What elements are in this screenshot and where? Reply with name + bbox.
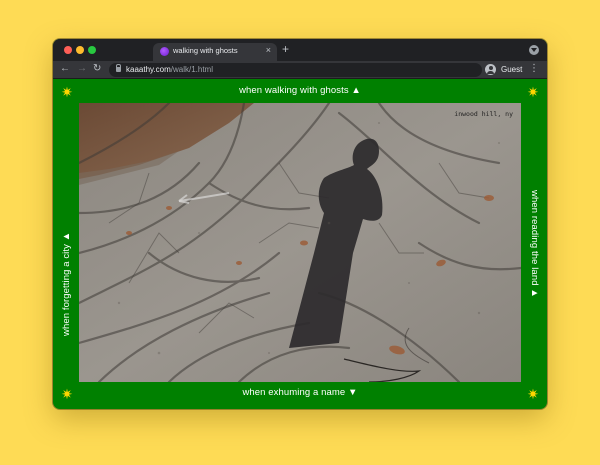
reload-icon[interactable]: ↻ bbox=[93, 63, 101, 75]
url-host: kaaathy.com bbox=[126, 65, 171, 74]
photo-illustration bbox=[79, 103, 521, 382]
nav-link-exhuming-a-name[interactable]: when exhuming a name ▼ bbox=[53, 387, 547, 398]
photo-caption: inwood hill, ny bbox=[454, 110, 513, 118]
nav-link-reading-the-land[interactable]: when reading the land ▲ bbox=[529, 190, 540, 298]
url-path: /walk/1.html bbox=[170, 65, 213, 74]
profile-label: Guest bbox=[501, 65, 523, 74]
browser-toolbar: ← → ↻ kaaathy.com/walk/1.html Guest ⋮ bbox=[53, 61, 547, 79]
tab-title: walking with ghosts bbox=[173, 46, 238, 55]
url-text[interactable]: kaaathy.com/walk/1.html bbox=[126, 65, 213, 74]
favicon-icon bbox=[160, 47, 169, 56]
back-arrow-icon[interactable]: ← bbox=[60, 63, 70, 75]
profile-icon bbox=[485, 64, 496, 75]
lock-icon[interactable] bbox=[116, 64, 121, 72]
forward-arrow-icon[interactable]: → bbox=[77, 63, 87, 75]
page-content: ✷ ✷ ✷ ✷ when walking with ghosts ▲ when … bbox=[53, 80, 547, 409]
browser-tab[interactable]: walking with ghosts × bbox=[153, 43, 277, 61]
nav-link-walking-with-ghosts[interactable]: when walking with ghosts ▲ bbox=[53, 85, 547, 96]
close-icon[interactable]: × bbox=[266, 45, 271, 55]
nav-link-forgetting-a-city[interactable]: when forgetting a city ▲ bbox=[61, 232, 72, 336]
minimize-window-button[interactable] bbox=[76, 46, 84, 54]
browser-window: walking with ghosts × + ← → ↻ kaaathy.co… bbox=[53, 39, 547, 409]
title-bar: walking with ghosts × + bbox=[53, 39, 547, 61]
tab-search-icon[interactable] bbox=[529, 45, 539, 55]
profile-button[interactable]: Guest bbox=[485, 64, 525, 76]
close-window-button[interactable] bbox=[64, 46, 72, 54]
shadow-photo: inwood hill, ny bbox=[79, 103, 521, 382]
plus-icon[interactable]: + bbox=[282, 42, 289, 56]
maximize-window-button[interactable] bbox=[88, 46, 96, 54]
more-menu-icon[interactable]: ⋮ bbox=[529, 63, 539, 75]
address-bar[interactable]: kaaathy.com/walk/1.html bbox=[109, 63, 482, 77]
